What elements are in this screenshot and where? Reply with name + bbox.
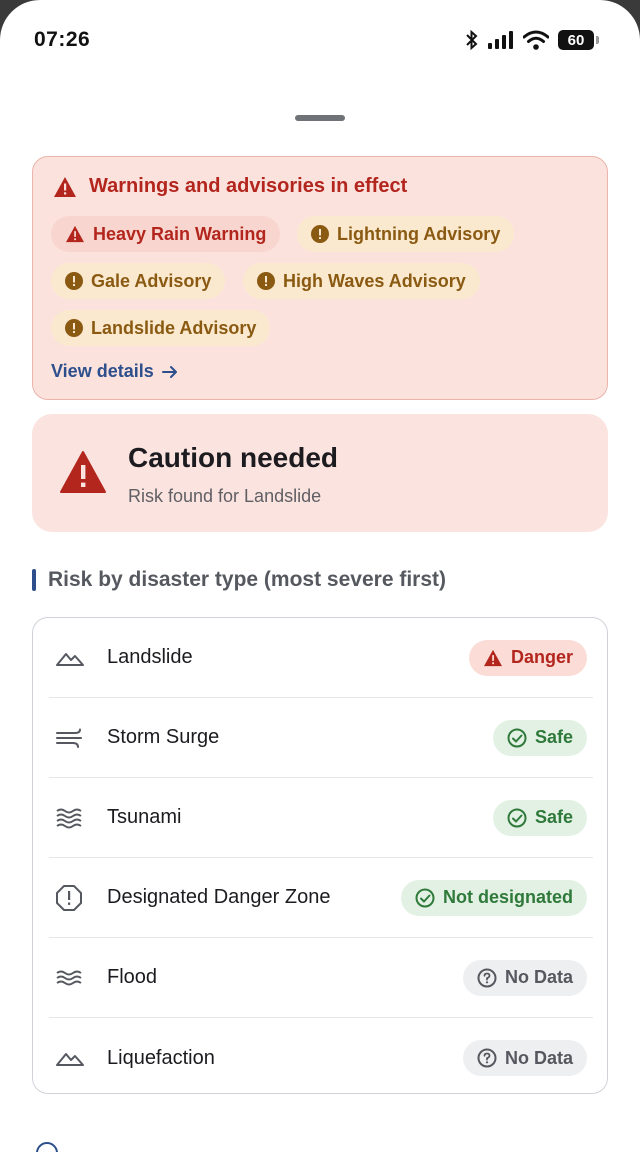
chip-lightning-advisory[interactable]: Lightning Advisory <box>297 216 515 252</box>
check-circle-icon <box>415 888 435 907</box>
chip-label: Gale Advisory <box>91 270 212 291</box>
view-details-link[interactable]: View details <box>51 361 178 382</box>
wind-icon <box>49 727 93 749</box>
status-bar: 07:26 60 <box>0 22 640 58</box>
caution-subtitle: Risk found for Landslide <box>128 486 322 506</box>
status-badge: Danger <box>468 639 587 676</box>
flood-icon <box>49 968 93 988</box>
warning-triangle-icon <box>60 451 106 493</box>
status-time: 07:26 <box>34 28 91 51</box>
alert-circle-icon <box>311 225 329 243</box>
warnings-header: Warnings and advisories in effect <box>53 175 407 198</box>
signal-icon <box>488 31 513 49</box>
status-badge: No Data <box>462 1040 587 1076</box>
octagon-alert-icon <box>49 884 93 912</box>
status-badge: Safe <box>492 719 587 756</box>
help-circle-icon <box>477 1048 497 1068</box>
status-badge: Not designated <box>400 879 587 916</box>
risk-label: Tsunami <box>107 806 182 828</box>
risk-label: Designated Danger Zone <box>107 886 331 908</box>
info-circle-icon <box>36 1142 58 1152</box>
wifi-icon <box>523 30 549 50</box>
view-details-label: View details <box>51 361 154 381</box>
check-circle-icon <box>507 808 527 827</box>
risk-row-tsunami[interactable]: Tsunami Safe <box>49 778 593 858</box>
chip-high-waves-advisory[interactable]: High Waves Advisory <box>243 263 480 299</box>
status-text: No Data <box>504 967 573 987</box>
status-text: Not designated <box>442 887 573 907</box>
chip-heavy-rain-warning[interactable]: Heavy Rain Warning <box>51 216 281 252</box>
app-screen: 07:26 60 Warnings and advisories in effe… <box>0 0 640 1152</box>
battery-level: 60 <box>567 31 585 49</box>
warning-triangle-icon <box>483 649 502 666</box>
mountain-icon <box>49 1048 93 1068</box>
risk-label: Landslide <box>107 646 193 668</box>
alert-circle-icon <box>65 272 83 290</box>
battery-icon: 60 <box>558 30 599 50</box>
chip-label: High Waves Advisory <box>283 270 466 291</box>
section-accent-bar <box>32 569 36 591</box>
risk-label: Liquefaction <box>107 1046 215 1069</box>
section-title: Risk by disaster type (most severe first… <box>48 568 446 591</box>
risk-row-designated-danger-zone[interactable]: Designated Danger Zone Not designated <box>49 858 593 938</box>
risk-row-liquefaction[interactable]: Liquefaction No Data <box>49 1018 593 1098</box>
status-text: Safe <box>534 727 573 747</box>
chip-landslide-advisory[interactable]: Landslide Advisory <box>51 310 271 346</box>
chip-gale-advisory[interactable]: Gale Advisory <box>51 263 226 299</box>
caution-title: Caution needed <box>128 442 339 473</box>
waves-icon <box>49 807 93 829</box>
sheet-grabber-handle[interactable] <box>295 115 345 121</box>
risk-row-landslide[interactable]: Landslide Danger <box>49 618 593 698</box>
bluetooth-icon <box>466 30 478 50</box>
warnings-title: Warnings and advisories in effect <box>89 175 408 197</box>
risk-row-flood[interactable]: Flood No Data <box>49 938 593 1018</box>
status-badge: No Data <box>462 959 587 996</box>
warning-triangle-icon <box>66 225 84 243</box>
warning-triangle-icon <box>54 176 76 197</box>
status-text: No Data <box>504 1047 573 1068</box>
alert-circle-icon <box>65 319 83 337</box>
risk-row-storm-surge[interactable]: Storm Surge Safe <box>49 698 593 778</box>
risk-list: Landslide Danger Storm Surge Safe Tsunam… <box>32 617 608 1094</box>
status-badge: Safe <box>492 799 587 836</box>
check-circle-icon <box>507 728 527 747</box>
help-circle-icon <box>477 968 497 987</box>
chip-label: Landslide Advisory <box>91 317 257 338</box>
section-header: Risk by disaster type (most severe first… <box>32 568 446 592</box>
risk-label: Storm Surge <box>107 726 220 748</box>
warnings-card: Warnings and advisories in effect Heavy … <box>32 156 608 400</box>
arrow-right-icon <box>161 365 177 378</box>
status-text: Safe <box>534 807 573 827</box>
status-text: Danger <box>510 647 573 667</box>
chip-label: Heavy Rain Warning <box>93 223 267 244</box>
alert-circle-icon <box>257 272 275 290</box>
chip-label: Lightning Advisory <box>337 223 501 244</box>
caution-summary-card: Caution needed Risk found for Landslide <box>32 414 608 532</box>
mountain-icon <box>49 648 93 668</box>
status-icons: 60 <box>465 30 599 50</box>
risk-label: Flood <box>107 966 158 988</box>
